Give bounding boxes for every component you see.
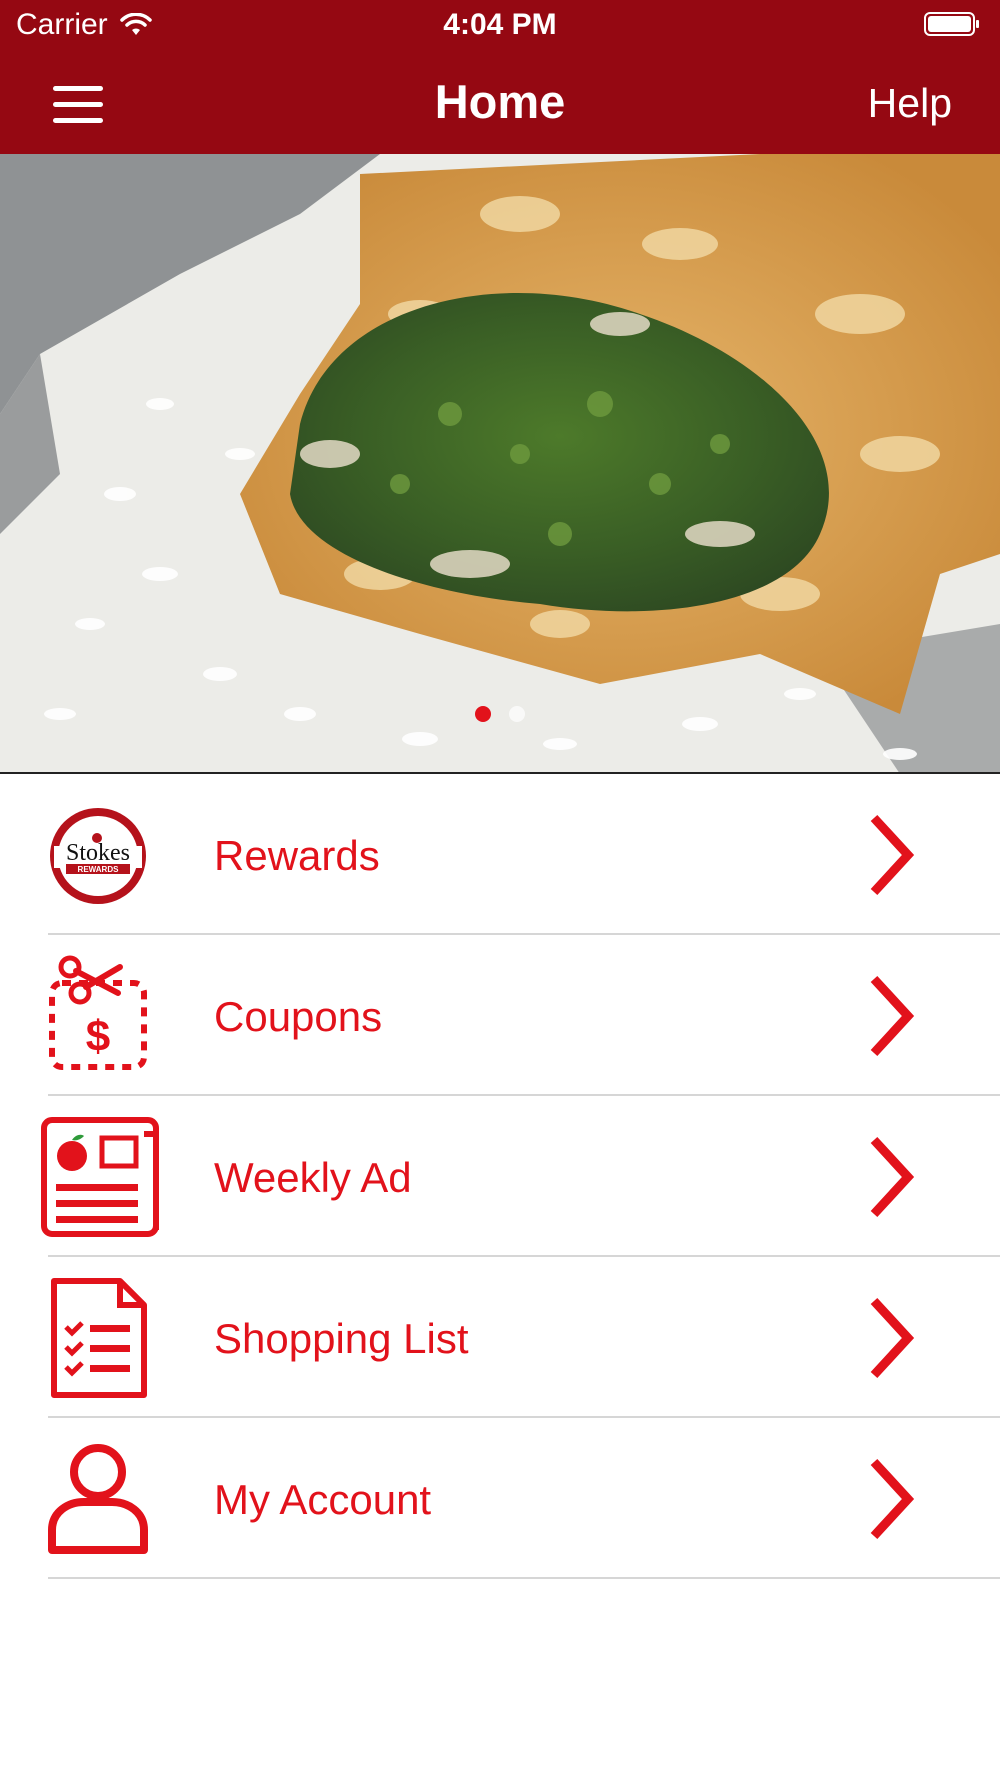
status-time: 4:04 PM [443,8,557,41]
logo-sub-text: REWARDS [78,865,120,874]
menu-item-weekly-ad[interactable]: Weekly Ad [0,1096,1000,1257]
hero-carousel[interactable] [0,154,1000,774]
navigation-bar: Home Help [0,60,1000,150]
chevron-right-icon [870,1458,915,1540]
hero-food-image [0,154,1000,774]
logo-brand-text: Stokes [66,840,130,866]
menu-label-my-account: My Account [214,1476,432,1523]
chevron-right-icon [870,814,915,896]
checklist-icon [51,1278,147,1398]
row-divider [48,1577,1000,1579]
status-bar: Carrier 4:04 PM [0,0,1000,50]
battery-icon [924,12,979,36]
newspaper-icon [41,1117,159,1237]
chevron-right-icon [870,1136,915,1218]
menu-item-shopping-list[interactable]: Shopping List [0,1257,1000,1418]
coupon-scissors-icon: $ [49,955,147,1070]
menu-item-my-account[interactable]: My Account [0,1418,1000,1579]
help-button[interactable]: Help [868,80,952,127]
page-dot[interactable] [509,706,525,722]
page-title: Home [434,75,566,128]
chevron-right-icon [870,975,915,1057]
menu-label-rewards: Rewards [214,832,380,879]
svg-text:$: $ [86,1012,110,1061]
menu-item-rewards[interactable]: Stokes REWARDS Rewards [0,774,1000,935]
app-header: Carrier 4:04 PM Home Help [0,0,1000,154]
home-menu-list: Stokes REWARDS Rewards $ Coupons Weekly … [0,774,1000,1579]
page-dot-active[interactable] [475,706,491,722]
chevron-right-icon [870,1297,915,1379]
menu-label-coupons: Coupons [214,993,383,1040]
stokes-rewards-logo: Stokes REWARDS [50,808,146,904]
menu-label-weekly-ad: Weekly Ad [214,1154,412,1201]
carousel-page-dots[interactable] [0,706,1000,722]
user-icon [48,1444,148,1554]
menu-label-shopping-list: Shopping List [214,1315,469,1362]
menu-item-coupons[interactable]: $ Coupons [0,935,1000,1096]
